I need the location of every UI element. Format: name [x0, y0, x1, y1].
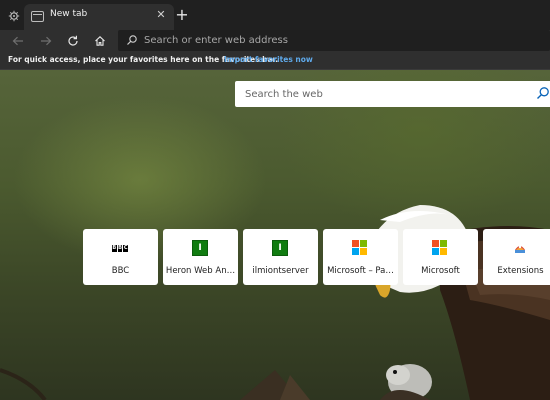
- green-square-logo-icon: I: [192, 240, 208, 256]
- quick-link-microsoft[interactable]: Microsoft: [403, 229, 478, 285]
- favorites-bar: For quick access, place your favorites h…: [0, 52, 550, 70]
- quick-link-label: Microsoft – Pa…: [327, 266, 394, 276]
- bbc-logo-icon: BBC: [112, 240, 129, 256]
- new-tab-page-icon: [31, 11, 44, 22]
- back-arrow-icon: [12, 36, 23, 46]
- web-search-box[interactable]: [235, 81, 550, 107]
- microsoft-logo-icon: [432, 240, 448, 256]
- quick-link-label: Heron Web An…: [165, 266, 236, 276]
- quick-link-bbc[interactable]: BBC BBC: [83, 229, 158, 285]
- quick-link-heron-web-analytics[interactable]: I Heron Web An…: [163, 229, 238, 285]
- toolbar: [0, 30, 550, 52]
- bbc-logo-letter: C: [123, 244, 129, 252]
- import-favorites-link[interactable]: Import favorites now: [224, 55, 313, 64]
- extensions-logo-icon: [512, 240, 528, 256]
- quick-link-label: Microsoft: [421, 266, 460, 276]
- tab-actions-icon[interactable]: [4, 6, 24, 26]
- home-button[interactable]: [90, 31, 110, 51]
- address-bar[interactable]: [118, 30, 550, 51]
- green-square-logo-icon: I: [272, 240, 288, 256]
- tab-title: New tab: [50, 9, 88, 19]
- quick-link-label: Extensions: [497, 266, 544, 276]
- home-icon: [95, 36, 105, 46]
- bbc-logo-letter: B: [112, 244, 117, 252]
- web-search-input[interactable]: [245, 86, 525, 102]
- quick-link-extensions[interactable]: Extensions: [483, 229, 550, 285]
- bbc-logo-letter: B: [117, 244, 123, 252]
- new-tab-button[interactable]: +: [174, 5, 190, 25]
- quick-link-ilmiontserver[interactable]: I ilmiontserver: [243, 229, 318, 285]
- tab-new-tab[interactable]: New tab ✕: [24, 4, 174, 30]
- quick-link-microsoft-partner[interactable]: Microsoft – Pa…: [323, 229, 398, 285]
- quick-link-label: ilmiontserver: [252, 266, 309, 276]
- close-tab-icon[interactable]: ✕: [154, 8, 168, 22]
- refresh-button[interactable]: [63, 31, 83, 51]
- search-icon: [127, 35, 137, 45]
- quick-link-label: BBC: [111, 266, 130, 276]
- address-input[interactable]: [144, 32, 524, 48]
- forward-arrow-icon: [41, 36, 52, 46]
- back-button[interactable]: [8, 31, 28, 51]
- tab-strip: New tab ✕ +: [0, 0, 550, 30]
- microsoft-logo-icon: [352, 240, 368, 256]
- refresh-icon: [68, 35, 78, 46]
- forward-button[interactable]: [36, 31, 56, 51]
- search-icon[interactable]: [536, 86, 550, 100]
